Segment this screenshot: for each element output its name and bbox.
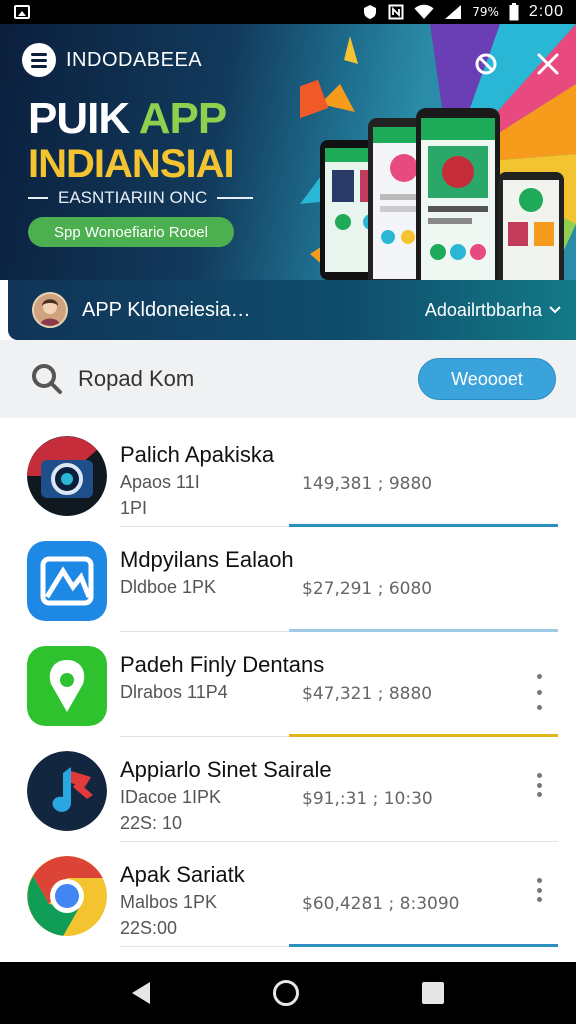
progress-bar bbox=[289, 944, 558, 947]
menu-logo-icon bbox=[22, 43, 56, 77]
app-name: Apak Sariatk bbox=[120, 862, 245, 887]
app-stats: $60,4281 ; 8:3090 bbox=[302, 894, 460, 914]
brand[interactable]: INDODABEEA bbox=[22, 43, 202, 77]
back-icon[interactable] bbox=[131, 982, 150, 1004]
gallery-notification-icon bbox=[14, 5, 30, 19]
hero-subtitle-text: EASNTIARIIN ONC bbox=[58, 188, 208, 207]
app-stats: $27,291 ; 6080 bbox=[302, 579, 433, 599]
hero-banner[interactable]: INDODABEEA PUIK APP INDIANSIAI EASNTIARI… bbox=[0, 24, 576, 280]
app-meta: Dlrabos 11P4 bbox=[120, 682, 228, 702]
app-meta: Apaos 11I bbox=[120, 472, 200, 492]
app-meta: IDacoe 1IPK bbox=[120, 787, 222, 807]
more-options-icon[interactable] bbox=[532, 878, 546, 902]
shield-icon bbox=[364, 5, 377, 19]
status-bar: 79% 2:00 bbox=[0, 0, 576, 24]
chevron-down-icon bbox=[549, 306, 561, 314]
nfc-icon bbox=[388, 4, 404, 20]
navigation-bar bbox=[0, 962, 576, 1024]
list-item[interactable]: Padeh Finly Dentans Dlrabos 11P4 $47,321… bbox=[0, 632, 576, 737]
close-icon[interactable] bbox=[528, 44, 568, 84]
app-stats: 149,381 ; 9880 bbox=[302, 474, 433, 494]
app-stats: $91,:31 ; 10:30 bbox=[302, 789, 433, 809]
list-item[interactable]: Appiarlo Sinet Sairale IDacoe 1IPK 22S: … bbox=[0, 737, 576, 842]
browser-app-icon bbox=[27, 856, 107, 936]
more-options-icon[interactable] bbox=[532, 674, 546, 710]
brand-name: INDODABEEA bbox=[66, 48, 203, 71]
recent-apps-icon[interactable] bbox=[422, 982, 445, 1004]
app-bar: APP Kldoneiesia… Adoailrtbbarha bbox=[8, 280, 576, 340]
app-name: Appiarlo Sinet Sairale bbox=[120, 757, 332, 782]
hero-cta-button[interactable]: Spp Wonoefiario Rooel bbox=[28, 217, 234, 247]
search-button[interactable]: Weoooet bbox=[418, 358, 556, 400]
hero-title-white: PUIK bbox=[28, 94, 139, 143]
map-pin-app-icon bbox=[27, 646, 107, 726]
search-icon[interactable] bbox=[30, 362, 64, 396]
list-item[interactable]: Apak Sariatk Malbos 1PK 22S:00 $60,4281 … bbox=[0, 842, 576, 947]
wifi-icon bbox=[414, 4, 434, 19]
app-name: Mdpyilans Ealaoh bbox=[120, 547, 294, 572]
phones-illustration bbox=[320, 108, 564, 280]
battery-icon bbox=[509, 3, 519, 21]
app-meta: Malbos 1PK bbox=[120, 892, 218, 912]
search-input[interactable]: Ropad Kom bbox=[78, 366, 418, 392]
app-meta: Dldboe 1PK bbox=[120, 577, 217, 597]
signal-icon bbox=[445, 5, 462, 19]
app-name: Palich Apakiska bbox=[120, 442, 275, 467]
app-meta-secondary: 22S: 10 bbox=[120, 813, 183, 833]
home-icon[interactable] bbox=[272, 980, 299, 1006]
app-list: Palich Apakiska Apaos 11I 1PI 149,381 ; … bbox=[0, 422, 576, 947]
clock: 2:00 bbox=[528, 3, 564, 20]
more-options-icon[interactable] bbox=[532, 773, 546, 797]
app-name: Padeh Finly Dentans bbox=[120, 652, 325, 677]
divider bbox=[217, 197, 254, 199]
divider bbox=[28, 197, 48, 199]
app-bar-title: APP Kldoneiesia… bbox=[82, 298, 251, 321]
share-icon[interactable] bbox=[466, 44, 506, 84]
hero-subtitle: EASNTIARIIN ONC bbox=[28, 188, 254, 208]
avatar[interactable] bbox=[32, 292, 68, 328]
app-meta-secondary: 1PI bbox=[120, 498, 148, 518]
list-item[interactable]: Palich Apakiska Apaos 11I 1PI 149,381 ; … bbox=[0, 422, 576, 527]
app-stats: $47,321 ; 8880 bbox=[302, 684, 433, 704]
hero-title: PUIK APP bbox=[28, 94, 227, 144]
battery-percent: 79% bbox=[472, 5, 499, 19]
camera-app-icon bbox=[27, 436, 107, 516]
gallery-app-icon bbox=[27, 541, 107, 621]
hero-title-line2: INDIANSIAI bbox=[28, 142, 235, 186]
search-bar: Ropad Kom Weoooet bbox=[0, 340, 576, 418]
music-app-icon bbox=[27, 751, 107, 831]
app-meta-secondary: 22S:00 bbox=[120, 918, 178, 938]
list-item[interactable]: Mdpyilans Ealaoh Dldboe 1PK $27,291 ; 60… bbox=[0, 527, 576, 632]
hero-title-accent: APP bbox=[138, 94, 227, 143]
app-bar-dropdown-label: Adoailrtbbarha bbox=[424, 299, 542, 320]
app-bar-dropdown[interactable]: Adoailrtbbarha bbox=[425, 300, 562, 321]
